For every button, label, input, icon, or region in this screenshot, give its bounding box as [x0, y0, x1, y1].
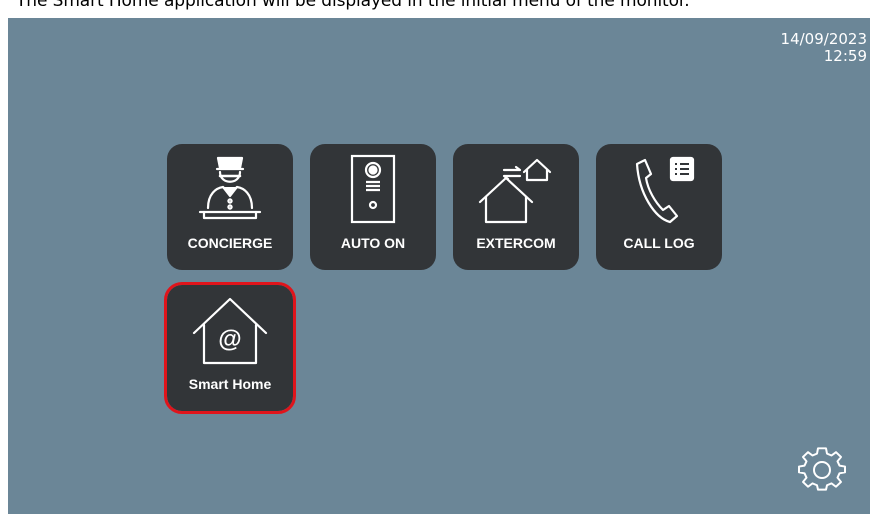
door-panel-icon: [350, 154, 396, 224]
gear-icon[interactable]: [798, 446, 846, 494]
app-label-extercom: EXTERCOM: [476, 235, 556, 251]
time-text: 12:59: [823, 47, 867, 65]
app-label-smart-home: Smart Home: [188, 376, 272, 392]
app-label-auto-on: AUTO ON: [340, 235, 406, 251]
extercom-houses-icon: [478, 158, 552, 224]
phone-log-icon: [635, 156, 695, 224]
app-label-concierge: CONCIERGE: [187, 235, 273, 251]
app-tile-smart-home[interactable]: @ Smart Home: [164, 282, 296, 414]
date-text: 14/09/2023: [780, 30, 867, 48]
smart-home-at-icon: @: [192, 297, 268, 365]
caption-text: The Smart Home application will be displ…: [16, 0, 690, 11]
app-tile-call-log[interactable]: CALL LOG: [596, 144, 722, 270]
datetime: 14/09/2023 12:59: [781, 31, 867, 65]
app-tile-auto-on[interactable]: AUTO ON: [310, 144, 436, 270]
app-tile-concierge[interactable]: CONCIERGE: [167, 144, 293, 270]
app-tile-extercom[interactable]: EXTERCOM: [453, 144, 579, 270]
svg-text:@: @: [218, 326, 241, 353]
monitor-screen: 14/09/2023 12:59 CONCIERGE AUTO ON EXTER…: [8, 18, 870, 514]
concierge-icon: [198, 156, 262, 220]
app-label-call-log: CALL LOG: [623, 235, 695, 251]
